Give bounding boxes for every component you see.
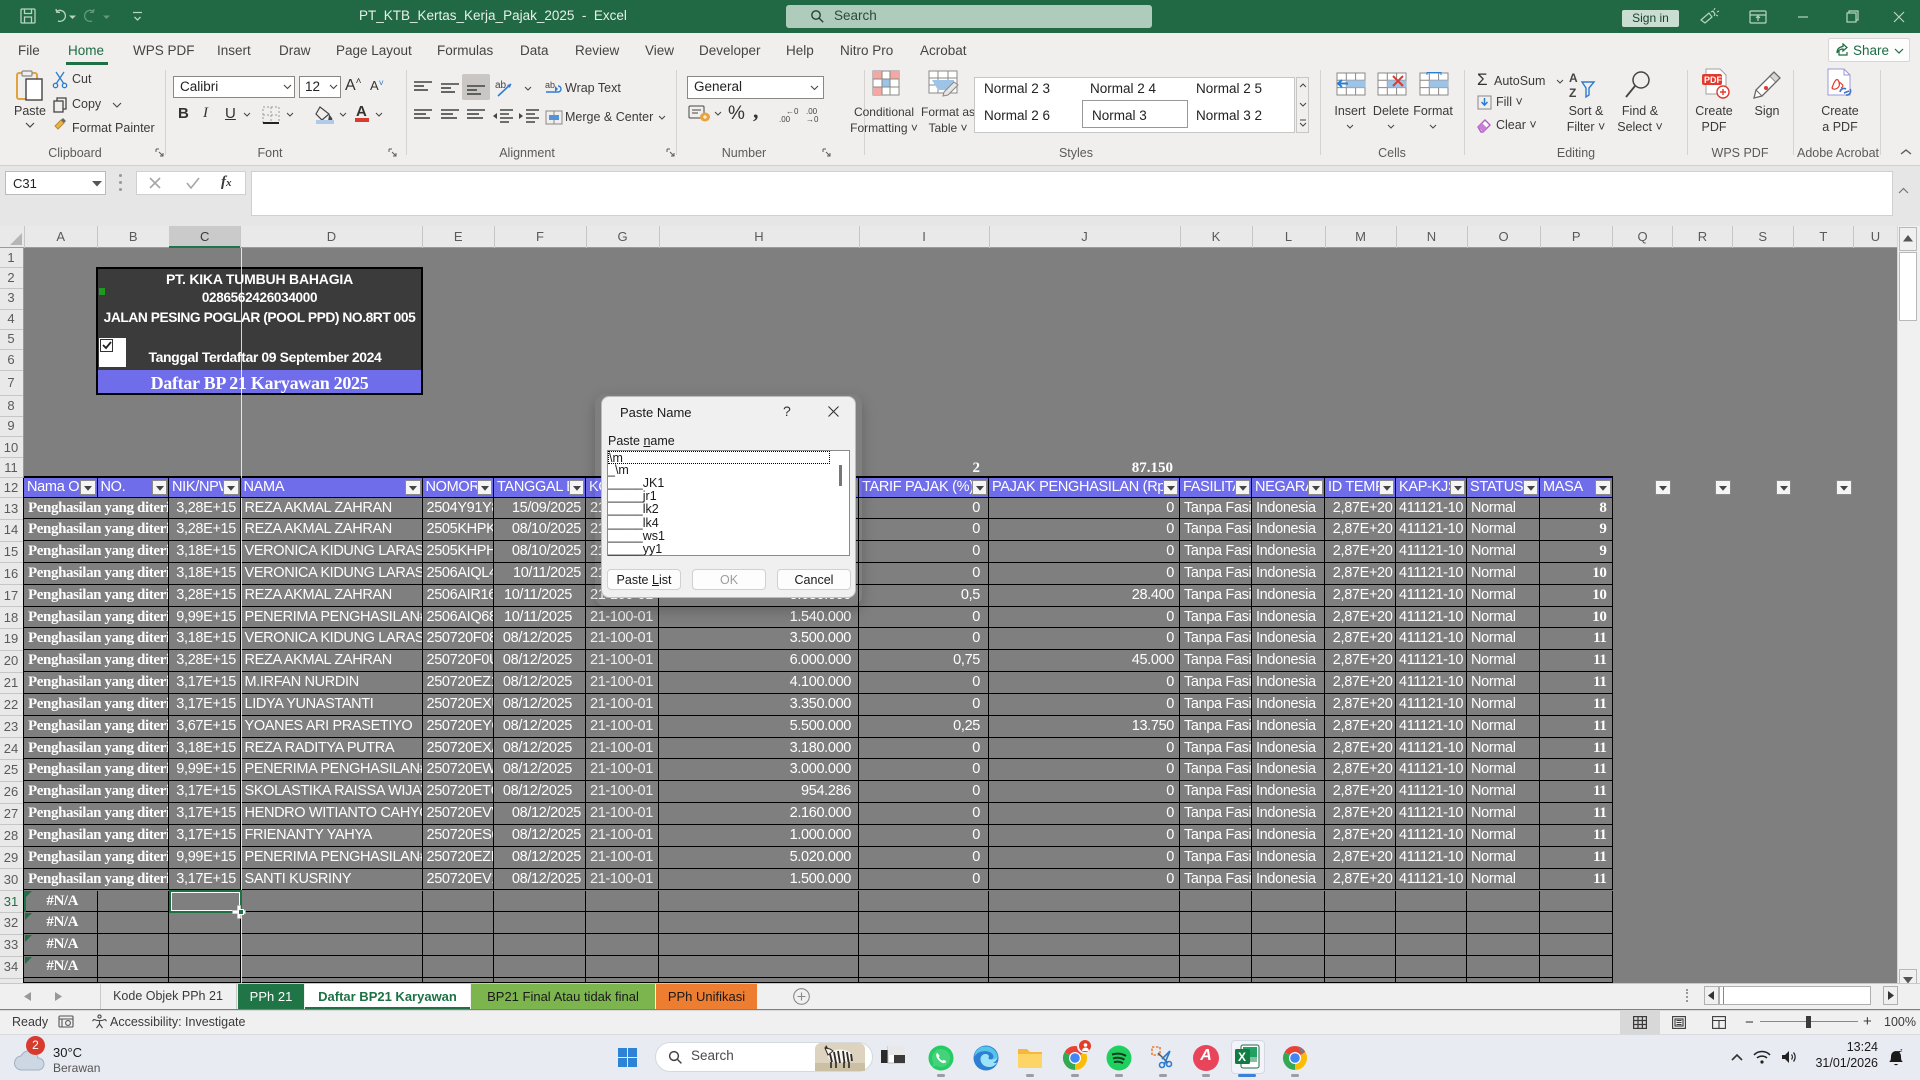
svg-text:A: A <box>1569 71 1578 85</box>
svg-text:Z: Z <box>1569 86 1576 100</box>
svg-text:→0: →0 <box>806 115 819 123</box>
svg-text:ab: ab <box>545 80 555 90</box>
svg-text:PDF: PDF <box>1704 75 1723 85</box>
svg-text:X: X <box>1238 1050 1246 1064</box>
svg-text:z: z <box>1900 1048 1903 1054</box>
svg-text:.00: .00 <box>779 115 791 123</box>
